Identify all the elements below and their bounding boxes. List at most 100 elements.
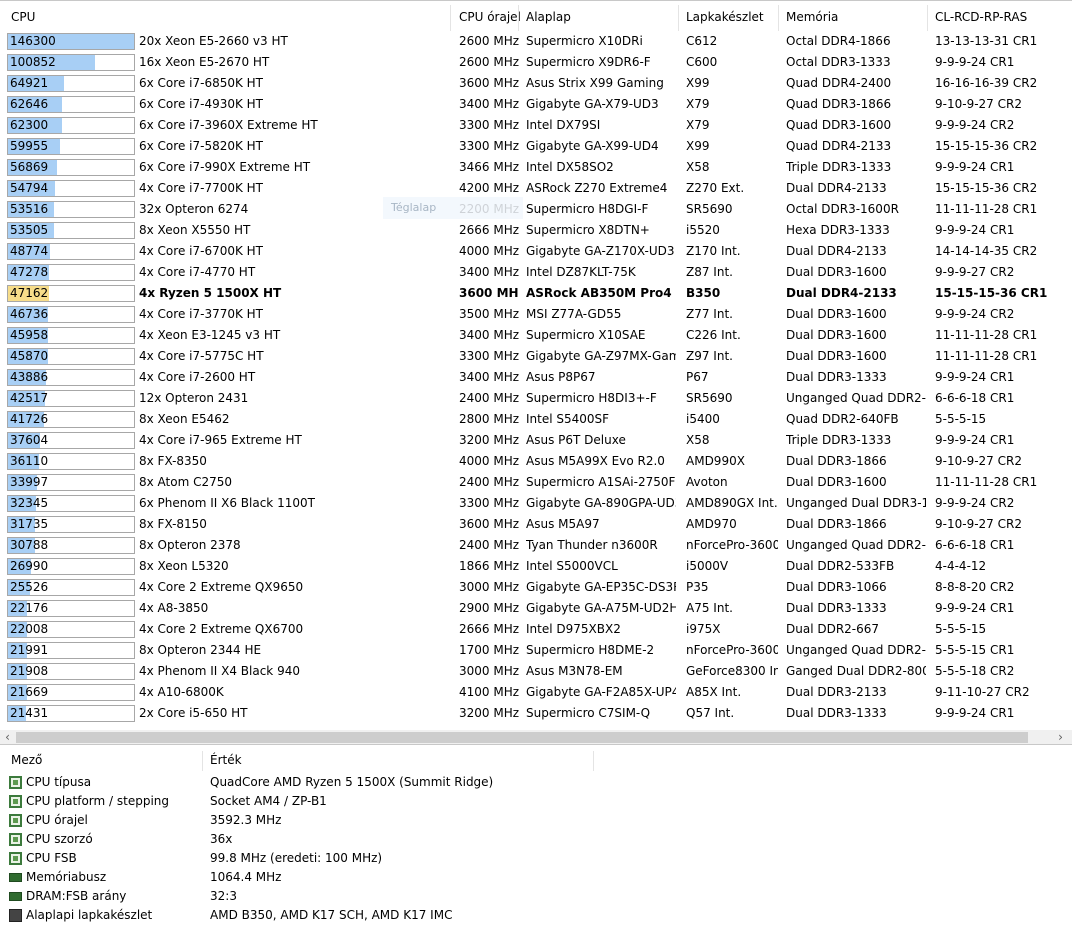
table-row[interactable]: 30788 8x Opteron 2378 2400 MHz Tyan Thunder…	[0, 535, 1058, 556]
table-row[interactable]: 47278 4x Core i7-4770 HT 3400 MHz Intel DZ8…	[0, 262, 1058, 283]
score-bar: 64921	[7, 75, 135, 92]
column-header-chipset[interactable]: Lapkakészlet	[686, 2, 764, 33]
table-row[interactable]: 56869 6x Core i7-990X Extreme HT 3466 MHz I…	[0, 157, 1058, 178]
column-separator[interactable]	[450, 5, 451, 31]
table-row[interactable]: 26990 8x Xeon L5320 1866 MHz Intel S5000VCL…	[0, 556, 1058, 577]
detail-row[interactable]: CPU órajel 3592.3 MHz	[0, 811, 1072, 830]
cell-board: ASRock AB350M Pro4	[526, 286, 672, 300]
cell-memory: Dual DDR3-1333	[786, 706, 887, 720]
table-row[interactable]: 33997 8x Atom C2750 2400 MHz Supermicro A1S…	[0, 472, 1058, 493]
cell-timing: 5-5-5-18 CR2	[935, 664, 1015, 678]
column-header-field[interactable]: Mező	[11, 748, 42, 772]
score-value: 64921	[10, 76, 49, 90]
table-row[interactable]: 36110 8x FX-8350 4000 MHz Asus M5A99X Evo R…	[0, 451, 1058, 472]
table-row[interactable]: 100852 16x Xeon E5-2670 HT 2600 MHz Supermi…	[0, 52, 1058, 73]
cell-cpu: 6x Core i7-990X Extreme HT	[139, 160, 311, 174]
detail-row[interactable]: CPU típusa QuadCore AMD Ryzen 5 1500X (Su…	[0, 773, 1072, 792]
memory-icon	[9, 892, 22, 901]
cell-board: Asus M3N78-EM	[526, 664, 623, 678]
column-separator[interactable]	[593, 751, 594, 771]
column-separator[interactable]	[678, 5, 679, 31]
cpu-icon	[9, 852, 22, 865]
table-row[interactable]: 46736 4x Core i7-3770K HT 3500 MHz MSI Z77A…	[0, 304, 1058, 325]
cell-clock: 3600 MHz	[459, 286, 519, 300]
cell-board: ASRock Z270 Extreme4	[526, 181, 668, 195]
table-row[interactable]: 42517 12x Opteron 2431 2400 MHz Supermicro …	[0, 388, 1058, 409]
column-separator[interactable]	[778, 5, 779, 31]
cell-clock: 2900 MHz	[459, 601, 519, 615]
cell-timing: 5-5-5-15	[935, 412, 987, 426]
table-row[interactable]: 31735 8x FX-8150 3600 MHz Asus M5A97 AMD970 D…	[0, 514, 1058, 535]
score-bar: 62646	[7, 96, 135, 113]
cell-timing: 5-5-5-15 CR1	[935, 643, 1015, 657]
table-row-current[interactable]: 47162 4x Ryzen 5 1500X HT 3600 MHz ASRock A…	[0, 283, 1058, 304]
cell-chipset: P67	[686, 370, 709, 384]
table-row[interactable]: 25526 4x Core 2 Extreme QX9650 3000 MHz Gig…	[0, 577, 1058, 598]
table-row[interactable]: 37604 4x Core i7-965 Extreme HT 3200 MHz As…	[0, 430, 1058, 451]
table-row[interactable]: 62646 6x Core i7-4930K HT 3400 MHz Gigabyte…	[0, 94, 1058, 115]
table-row[interactable]: 21908 4x Phenom II X4 Black 940 3000 MHz As…	[0, 661, 1058, 682]
detail-value: 36x	[210, 832, 233, 846]
table-row[interactable]: 64921 6x Core i7-6850K HT 3600 MHz Asus Str…	[0, 73, 1058, 94]
scrollbar-thumb[interactable]	[16, 732, 1028, 743]
cell-clock: 2600 MHz	[459, 55, 519, 69]
score-value: 146300	[10, 34, 56, 48]
cell-board: MSI Z77A-GD55	[526, 307, 622, 321]
column-header-cpu[interactable]: CPU	[11, 2, 35, 33]
table-row[interactable]: 21669 4x A10-6800K 4100 MHz Gigabyte GA-F2A…	[0, 682, 1058, 703]
cell-board: Intel DX58SO2	[526, 160, 614, 174]
score-value: 21991	[10, 643, 49, 657]
table-row[interactable]: 32345 6x Phenom II X6 Black 1100T 3300 MHz…	[0, 493, 1058, 514]
cell-cpu: 8x FX-8350	[139, 454, 207, 468]
table-row[interactable]: 5351632x Opteron 62742200 MHzSupermicro …	[0, 199, 1058, 220]
detail-row[interactable]: DRAM:FSB arány 32:3	[0, 887, 1072, 906]
table-row[interactable]: 41726 8x Xeon E5462 2800 MHz Intel S5400SF i…	[0, 409, 1058, 430]
score-value: 62646	[10, 97, 49, 111]
table-row[interactable]: 48774 4x Core i7-6700K HT 4000 MHz Gigabyte…	[0, 241, 1058, 262]
table-row[interactable]: 53505 8x Xeon X5550 HT 2666 MHz Supermicro …	[0, 220, 1058, 241]
column-header-clock[interactable]: CPU órajel	[459, 2, 521, 33]
score-value: 32345	[10, 496, 49, 510]
cell-clock: 4100 MHz	[459, 685, 519, 699]
cell-chipset: GeForce8300 Int.	[686, 664, 778, 678]
score-value: 45958	[10, 328, 49, 342]
column-header-timing[interactable]: CL-RCD-RP-RAS	[935, 2, 1027, 33]
cell-chipset: X79	[686, 118, 710, 132]
horizontal-scrollbar[interactable]: ‹ ›	[0, 730, 1072, 744]
chevron-right-icon[interactable]: ›	[1053, 730, 1068, 744]
table-row[interactable]: 43886 4x Core i7-2600 HT 3400 MHz Asus P8P6…	[0, 367, 1058, 388]
cell-memory: Dual DDR3-1600	[786, 328, 887, 342]
column-header-board[interactable]: Alaplap	[526, 2, 571, 33]
score-value: 47278	[10, 265, 49, 279]
column-separator[interactable]	[927, 5, 928, 31]
detail-row[interactable]: Alaplapi lapkakészlet AMD B350, AMD K17 S…	[0, 906, 1072, 925]
column-header-value[interactable]: Érték	[210, 748, 242, 772]
table-row[interactable]: 54794 4x Core i7-7700K HT 4200 MHz ASRock Z…	[0, 178, 1058, 199]
cell-cpu: 12x Opteron 2431	[139, 391, 249, 405]
cell-timing: 6-6-6-18 CR1	[935, 391, 1015, 405]
chevron-left-icon[interactable]: ‹	[0, 730, 15, 744]
detail-pane[interactable]: Mező Érték CPU típusa QuadCore AMD Ryzen …	[0, 748, 1072, 927]
score-bar: 25526	[7, 579, 135, 596]
table-row[interactable]: 22176 4x A8-3850 2900 MHz Gigabyte GA-A75M-…	[0, 598, 1058, 619]
cell-timing: 9-9-9-24 CR2	[935, 118, 1015, 132]
table-row[interactable]: 45958 4x Xeon E3-1245 v3 HT 3400 MHz Superm…	[0, 325, 1058, 346]
cell-cpu: 8x FX-8150	[139, 517, 207, 531]
table-row[interactable]: 21991 8x Opteron 2344 HE 1700 MHz Supermicr…	[0, 640, 1058, 661]
table-row[interactable]: 21431 2x Core i5-650 HT 3200 MHz Supermicro…	[0, 703, 1058, 724]
table-row[interactable]: 62300 6x Core i7-3960X Extreme HT 3300 MHz…	[0, 115, 1058, 136]
column-header-memory[interactable]: Memória	[786, 2, 838, 33]
benchmark-grid[interactable]: CPU CPU órajel Alaplap Lapkakészlet Memó…	[0, 0, 1072, 745]
table-row[interactable]: 59955 6x Core i7-5820K HT 3300 MHz Gigabyte…	[0, 136, 1058, 157]
detail-row[interactable]: CPU platform / stepping Socket AM4 / ZP-B…	[0, 792, 1072, 811]
detail-row[interactable]: CPU szorzó 36x	[0, 830, 1072, 849]
column-separator[interactable]	[518, 5, 519, 31]
column-separator[interactable]	[202, 751, 203, 771]
cell-timing: 4-4-4-12	[935, 559, 987, 573]
cell-cpu: 8x Xeon E5462	[139, 412, 230, 426]
table-row[interactable]: 45870 4x Core i7-5775C HT 3300 MHz Gigabyte…	[0, 346, 1058, 367]
table-row[interactable]: 22008 4x Core 2 Extreme QX6700 2666 MHz Int…	[0, 619, 1058, 640]
detail-row[interactable]: Memóriabusz 1064.4 MHz	[0, 868, 1072, 887]
detail-row[interactable]: CPU FSB 99.8 MHz (eredeti: 100 MHz)	[0, 849, 1072, 868]
table-row[interactable]: 146300 20x Xeon E5-2660 v3 HT 2600 MHz Supe…	[0, 31, 1058, 52]
